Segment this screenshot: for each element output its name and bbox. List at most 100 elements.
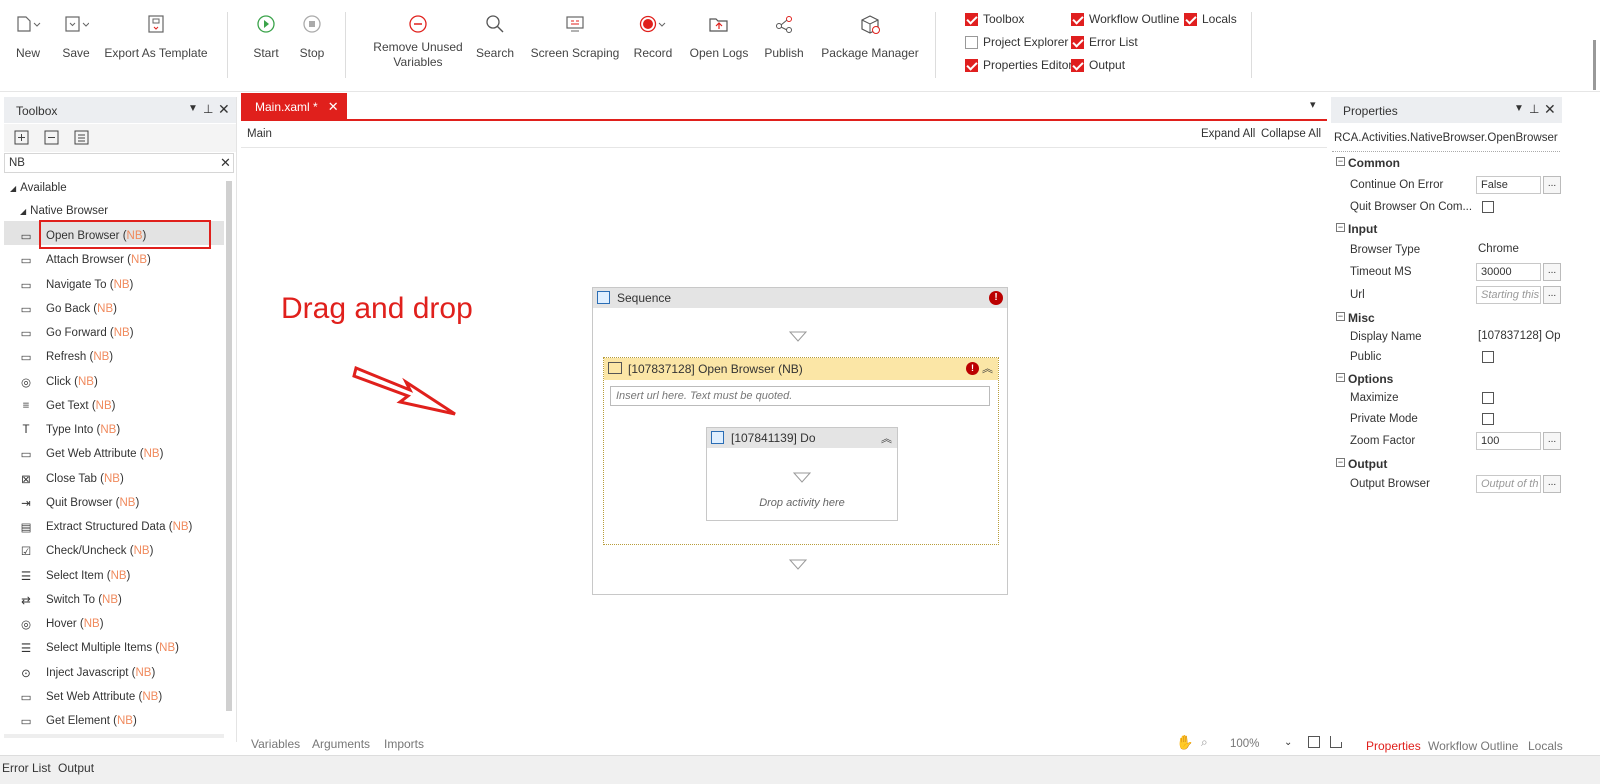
category-common[interactable]: − Common — [1332, 153, 1561, 173]
collapse-all-icon[interactable] — [44, 130, 60, 149]
tree-node-native-browser[interactable]: ◢ Native Browser — [20, 205, 108, 217]
close-icon[interactable]: ✕ — [1544, 101, 1556, 118]
toolbox-hscrollbar[interactable] — [4, 734, 224, 738]
browser-type-value[interactable]: Chrome — [1478, 243, 1561, 255]
collapse-all-link[interactable]: Collapse All — [1261, 128, 1321, 140]
continue-on-error-field[interactable]: False — [1476, 176, 1541, 194]
toolbox-item[interactable]: ▭ Set Web Attribute (NB) — [21, 686, 163, 708]
tab-main-xaml[interactable]: Main.xaml * ✕ — [241, 93, 347, 120]
tab-error-list[interactable]: Error List — [2, 761, 51, 775]
toolbox-item[interactable]: ▭ Get Element (NB) — [21, 710, 137, 732]
close-icon[interactable]: ✕ — [218, 101, 230, 118]
url-input[interactable]: Insert url here. Text must be quoted. — [610, 386, 990, 406]
collapse-icon[interactable]: ︽ — [982, 360, 993, 376]
toggle-project-explorer[interactable]: Project Explorer — [965, 33, 1068, 51]
ellipsis-button[interactable]: ... — [1543, 475, 1561, 493]
toolbox-item[interactable]: ⊠ Close Tab (NB) — [21, 468, 124, 490]
drop-target-arrow-icon[interactable] — [793, 472, 811, 484]
toolbox-item[interactable]: ▭ Attach Browser (NB) — [21, 249, 151, 271]
toolbox-item[interactable]: ▭ Refresh (NB) — [21, 346, 114, 368]
tab-workflow-outline[interactable]: Workflow Outline — [1428, 739, 1518, 753]
timeout-field[interactable]: 30000 — [1476, 263, 1541, 281]
list-view-icon[interactable] — [74, 130, 90, 149]
display-name-field[interactable]: [107837128] Ope — [1478, 330, 1561, 342]
category-input[interactable]: − Input — [1332, 219, 1561, 239]
search-button[interactable]: Search — [472, 10, 518, 70]
toolbox-item[interactable]: ▭ Open Browser (NB) — [21, 225, 147, 247]
toolbox-search-field[interactable]: NB ✕ — [4, 153, 234, 173]
toolbox-item[interactable]: ▭ Get Web Attribute (NB) — [21, 443, 164, 465]
category-options[interactable]: − Options — [1332, 369, 1561, 389]
ellipsis-button[interactable]: ... — [1543, 286, 1561, 304]
start-button[interactable]: Start — [246, 10, 286, 70]
toolbox-scrollbar-thumb[interactable] — [226, 181, 232, 711]
tab-arguments[interactable]: Arguments — [312, 737, 370, 751]
tab-imports[interactable]: Imports — [384, 737, 424, 751]
open-logs-button[interactable]: Open Logs — [688, 10, 750, 70]
tree-node-available[interactable]: ◢ Available — [10, 182, 67, 194]
toolbox-item[interactable]: ☰ Select Item (NB) — [21, 565, 131, 587]
tab-variables[interactable]: Variables — [251, 737, 300, 751]
ellipsis-button[interactable]: ... — [1543, 176, 1561, 194]
toolbox-item[interactable]: ◎ Click (NB) — [21, 371, 98, 393]
do-sequence[interactable]: [107841139] Do ︽ Drop activity here — [706, 427, 898, 521]
toggle-output[interactable]: Output — [1071, 56, 1125, 74]
category-misc[interactable]: − Misc — [1332, 308, 1561, 328]
ellipsis-button[interactable]: ... — [1543, 263, 1561, 281]
tab-properties[interactable]: Properties — [1366, 739, 1421, 753]
toggle-toolbox[interactable]: Toolbox — [965, 10, 1024, 28]
stop-button[interactable]: Stop — [292, 10, 332, 70]
private-mode-checkbox[interactable] — [1482, 413, 1494, 425]
dropdown-icon[interactable]: ▼ — [1514, 103, 1524, 114]
zoom-dropdown-icon[interactable]: ⌄ — [1284, 737, 1292, 748]
zoom-factor-field[interactable]: 100 — [1476, 432, 1541, 450]
tab-output[interactable]: Output — [58, 761, 94, 775]
toolbox-item[interactable]: ⇥ Quit Browser (NB) — [21, 492, 139, 514]
screen-scraping-button[interactable]: Screen Scraping — [530, 10, 620, 70]
toolbox-item[interactable]: ☑ Check/Uncheck (NB) — [21, 540, 154, 562]
expand-all-link[interactable]: Expand All — [1201, 128, 1255, 140]
category-output[interactable]: − Output — [1332, 454, 1561, 474]
maximize-checkbox[interactable] — [1482, 392, 1494, 404]
toolbox-item[interactable]: ◎ Hover (NB) — [21, 613, 104, 635]
toolbox-item[interactable]: ▤ Extract Structured Data (NB) — [21, 516, 193, 538]
clear-search-icon[interactable]: ✕ — [220, 155, 231, 171]
toolbox-item[interactable]: ☰ Select Multiple Items (NB) — [21, 637, 179, 659]
fit-to-screen-icon[interactable] — [1308, 736, 1320, 748]
output-browser-field[interactable]: Output of th — [1476, 475, 1541, 493]
publish-button[interactable]: Publish — [762, 10, 806, 70]
toolbox-item[interactable]: ▭ Go Back (NB) — [21, 298, 117, 320]
remove-unused-variables-button[interactable]: Remove Unused Variables — [372, 10, 464, 70]
toggle-properties-editor[interactable]: Properties Editor — [965, 56, 1072, 74]
dropdown-icon[interactable]: ▼ — [188, 103, 198, 114]
drop-target-arrow-icon[interactable] — [789, 559, 807, 571]
ellipsis-button[interactable]: ... — [1543, 432, 1561, 450]
save-button[interactable]: Save — [56, 10, 96, 70]
tab-locals[interactable]: Locals — [1528, 739, 1563, 753]
quit-browser-checkbox[interactable] — [1482, 201, 1494, 213]
hand-pan-icon[interactable]: ✋ — [1176, 734, 1193, 751]
drop-target-arrow-icon[interactable] — [789, 331, 807, 343]
toggle-workflow-outline[interactable]: Workflow Outline — [1071, 10, 1179, 28]
expand-all-icon[interactable] — [14, 130, 30, 149]
tab-menu-icon[interactable]: ▾ — [1310, 98, 1316, 111]
record-button[interactable]: Record — [630, 10, 676, 70]
zoom-level[interactable]: 100% — [1230, 738, 1259, 750]
toolbox-item[interactable]: T Type Into (NB) — [22, 419, 120, 441]
new-button[interactable]: New — [8, 10, 48, 70]
package-manager-button[interactable]: Package Manager — [820, 10, 920, 70]
zoom-icon[interactable]: ⌕ — [1201, 735, 1208, 750]
toolbox-item[interactable]: ▭ Navigate To (NB) — [21, 274, 134, 296]
url-field[interactable]: Starting this — [1476, 286, 1541, 304]
toolbox-item[interactable]: ⊙ Inject Javascript (NB) — [21, 662, 155, 684]
public-checkbox[interactable] — [1482, 351, 1494, 363]
toolbox-item[interactable]: ≡ Get Text (NB) — [23, 395, 116, 417]
pin-icon[interactable]: ⊥ — [203, 102, 213, 116]
ribbon-scrollbar[interactable] — [1593, 40, 1596, 90]
toolbox-search-value[interactable]: NB — [9, 157, 25, 169]
breadcrumb[interactable]: Main — [247, 128, 272, 140]
close-tab-icon[interactable]: ✕ — [328, 99, 339, 115]
toolbox-item[interactable]: ▭ Go Forward (NB) — [21, 322, 134, 344]
collapse-icon[interactable]: ︽ — [881, 430, 892, 446]
sequence-activity[interactable]: Sequence ! [107837128] Open Browser (NB)… — [592, 287, 1008, 595]
